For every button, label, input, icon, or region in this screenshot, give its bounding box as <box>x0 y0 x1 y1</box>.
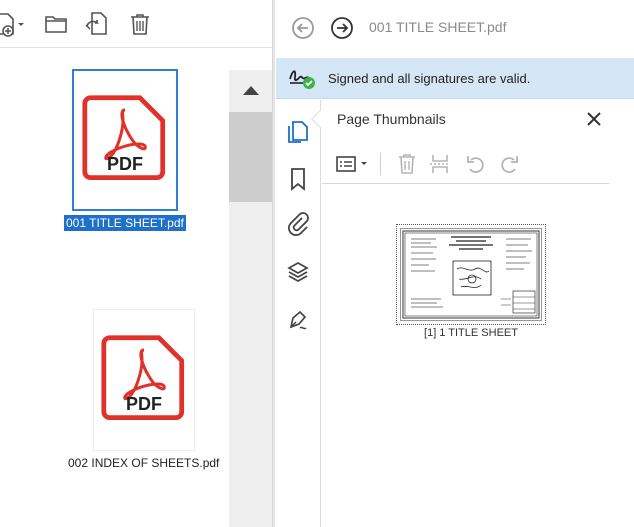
file-name: 002 INDEX OF SHEETS.pdf <box>68 456 220 470</box>
file-list: PDF 001 TITLE SHEET.pdf PDF 002 INDEX OF… <box>0 49 229 527</box>
paperclip-icon <box>288 212 309 236</box>
new-document-dropdown-icon[interactable] <box>0 12 26 38</box>
pdf-file-icon: PDF <box>101 335 184 420</box>
export-document-icon[interactable] <box>84 11 108 37</box>
file-thumbnail[interactable]: PDF <box>92 309 195 451</box>
file-tile[interactable]: PDF 002 INDEX OF SHEETS.pdf <box>66 309 221 471</box>
close-icon <box>587 112 601 126</box>
close-panel-button[interactable] <box>584 109 604 129</box>
signature-banner: Signed and all signatures are valid. <box>276 58 634 99</box>
navigation-rail <box>276 100 321 527</box>
chevron-up-icon <box>242 86 259 95</box>
scroll-thumb[interactable] <box>229 112 272 202</box>
panel-title: Page Thumbnails <box>337 111 446 127</box>
rotate-counterclockwise-button[interactable] <box>464 152 488 176</box>
toolbar-separator <box>380 153 381 175</box>
thumbnail-tools <box>322 144 609 184</box>
delete-page-button[interactable] <box>395 152 419 176</box>
attachments-rail-button[interactable] <box>286 212 310 236</box>
forward-button[interactable] <box>330 16 354 40</box>
pages-icon <box>288 121 308 143</box>
trash-icon[interactable] <box>129 12 151 36</box>
file-tile[interactable]: PDF 001 TITLE SHEET.pdf <box>64 69 186 231</box>
list-options-icon <box>336 156 367 172</box>
page-thumbnails-panel: Page Thumbnails [1] 1 TITLE SHEET <box>322 100 634 527</box>
file-list-scrollbar[interactable] <box>229 70 272 527</box>
page-thumbnail-caption: [1] 1 TITLE SHEET <box>424 327 518 339</box>
pane-divider[interactable] <box>272 0 275 527</box>
document-title: 001 TITLE SHEET.pdf <box>369 19 507 35</box>
pdf-type-label: PDF <box>126 394 162 414</box>
back-button[interactable] <box>291 16 315 40</box>
rotate-right-icon <box>501 156 518 173</box>
layers-rail-button[interactable] <box>286 260 310 284</box>
page-preview <box>400 228 542 321</box>
bookmarks-rail-button[interactable] <box>286 167 310 191</box>
bookmark-icon <box>291 168 305 191</box>
signature-valid-icon[interactable] <box>287 65 317 91</box>
split-page-button[interactable] <box>428 152 452 176</box>
arrow-left-circle-icon <box>292 17 314 39</box>
rotate-clockwise-button[interactable] <box>497 152 521 176</box>
file-thumbnail[interactable]: PDF <box>71 69 178 211</box>
signature-status-text: Signed and all signatures are valid. <box>328 71 531 86</box>
rotate-left-icon <box>467 156 484 173</box>
signatures-rail-button[interactable] <box>286 308 310 332</box>
page-split-icon <box>430 155 450 173</box>
fountain-pen-icon <box>289 310 307 330</box>
folder-icon[interactable] <box>44 13 68 35</box>
file-browser-toolbar <box>0 0 273 48</box>
file-name: 001 TITLE SHEET.pdf <box>64 215 186 231</box>
pdf-type-label: PDF <box>107 154 143 174</box>
pdf-file-icon: PDF <box>82 95 165 180</box>
scroll-up-button[interactable] <box>229 70 272 110</box>
arrow-right-circle-icon <box>331 17 353 39</box>
app-window: PDF 001 TITLE SHEET.pdf PDF 002 INDEX OF… <box>0 0 634 527</box>
thumbnail-options-menu[interactable] <box>335 152 371 176</box>
page-thumbnail[interactable] <box>396 224 546 325</box>
page-thumbnails-rail-button[interactable] <box>286 120 310 144</box>
layers-icon <box>287 262 309 282</box>
title-sheet-drawing <box>402 230 540 319</box>
trash-icon <box>399 154 415 174</box>
